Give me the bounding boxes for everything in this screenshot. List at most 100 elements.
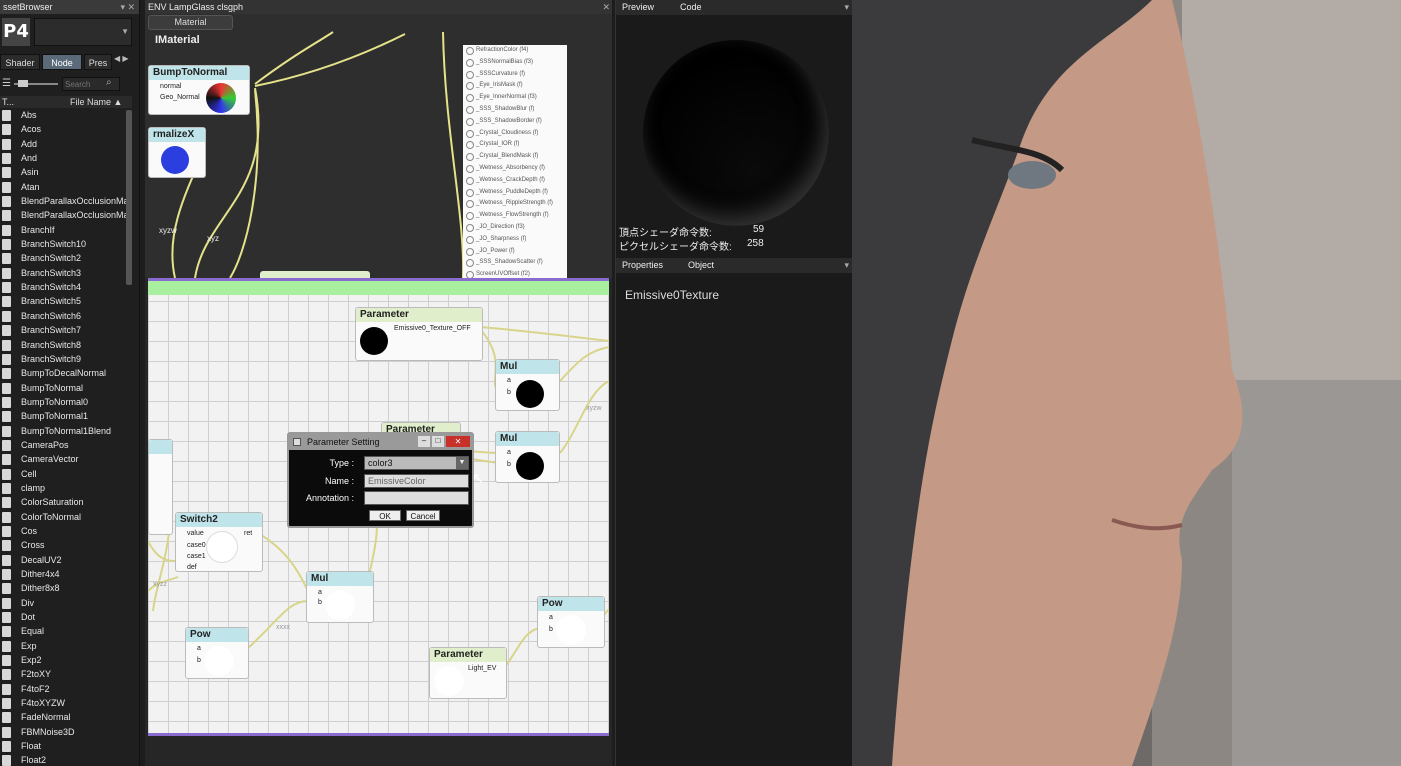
port-def[interactable]: def bbox=[187, 564, 197, 571]
port-b[interactable]: b bbox=[197, 657, 201, 664]
node-parameter-emissive-off[interactable]: Parameter Emissive0_Texture_OFF bbox=[355, 307, 483, 361]
column-header[interactable]: T... File Name ▲ bbox=[0, 96, 132, 108]
parameter-port[interactable]: _Wetness_FlowStrength (f) bbox=[463, 210, 567, 222]
list-item[interactable]: BranchSwitch2 bbox=[0, 251, 132, 265]
node-parameter-light-ev[interactable]: Parameter Light_EV bbox=[429, 647, 507, 699]
list-item[interactable]: BlendParallaxOcclusionMa bbox=[0, 208, 132, 222]
list-item[interactable]: DecalUV2 bbox=[0, 553, 132, 567]
parameter-port[interactable]: _Crystal_IOR (f) bbox=[463, 139, 567, 151]
list-item[interactable]: BumpToNormal bbox=[0, 381, 132, 395]
node-pow-1[interactable]: Pow a b bbox=[185, 627, 249, 679]
ok-button[interactable]: OK bbox=[369, 510, 401, 521]
list-item[interactable]: F4toXYZW bbox=[0, 696, 132, 710]
list-item[interactable]: BumpToDecalNormal bbox=[0, 366, 132, 380]
close-icon[interactable]: ✕ bbox=[602, 0, 610, 14]
annotation-field[interactable] bbox=[364, 491, 469, 505]
parameter-port[interactable]: _Crystal_BlendMask (f) bbox=[463, 151, 567, 163]
port-normal[interactable]: normal bbox=[160, 83, 181, 90]
list-item[interactable]: FBMNoise3D bbox=[0, 725, 132, 739]
graph-upper-canvas[interactable]: Material IMaterial BumpToNormal normal G… bbox=[145, 14, 612, 292]
list-item[interactable]: BranchSwitch4 bbox=[0, 280, 132, 294]
list-scrollbar[interactable] bbox=[126, 110, 132, 285]
list-item[interactable]: ColorToNormal bbox=[0, 510, 132, 524]
parameter-port[interactable]: _SSSNormalBias (f3) bbox=[463, 57, 567, 69]
list-item[interactable]: Cell bbox=[0, 467, 132, 481]
list-item[interactable]: BlendParallaxOcclusionMa bbox=[0, 194, 132, 208]
parameter-port[interactable]: _SSSCurvature (f) bbox=[463, 69, 567, 81]
cancel-button[interactable]: Cancel bbox=[406, 510, 440, 521]
port-output[interactable]: Light_EV bbox=[468, 665, 496, 672]
parameter-port[interactable]: _SSS_ShadowBlur (f) bbox=[463, 104, 567, 116]
node-parameter-partial[interactable] bbox=[260, 271, 370, 278]
node-partial-left[interactable]: . bbox=[148, 439, 173, 535]
parameter-port[interactable]: _Eye_IrisMask (f) bbox=[463, 80, 567, 92]
port-b[interactable]: b bbox=[318, 599, 322, 606]
list-item[interactable]: Dot bbox=[0, 610, 132, 624]
node-mul-3[interactable]: Mul a b bbox=[306, 571, 374, 623]
name-field[interactable]: EmissiveColor bbox=[364, 474, 469, 488]
list-item[interactable]: Dither8x8 bbox=[0, 581, 132, 595]
parameter-port[interactable]: _Wetness_RippleStrength (f) bbox=[463, 198, 567, 210]
node-pow-2[interactable]: Pow a b bbox=[537, 596, 605, 648]
list-item[interactable]: Float bbox=[0, 739, 132, 753]
node-normalize[interactable]: rmalizeX bbox=[148, 127, 206, 178]
tab-properties[interactable]: Properties bbox=[622, 258, 663, 273]
list-item[interactable]: BranchSwitch8 bbox=[0, 338, 132, 352]
list-item[interactable]: CameraVector bbox=[0, 452, 132, 466]
parameter-port[interactable]: _SSS_ShadowBorder (f) bbox=[463, 116, 567, 128]
list-item[interactable]: Div bbox=[0, 596, 132, 610]
port-geo-normal[interactable]: Geo_Normal bbox=[160, 94, 200, 101]
close-icon[interactable]: ✕ bbox=[446, 436, 470, 447]
zoom-slider[interactable] bbox=[14, 80, 58, 87]
search-icon[interactable]: ⌕ bbox=[106, 77, 112, 88]
port-b[interactable]: b bbox=[507, 389, 511, 396]
list-item[interactable]: clamp bbox=[0, 481, 132, 495]
chevron-down-icon[interactable]: ▾ bbox=[844, 258, 849, 273]
port-case1[interactable]: case1 bbox=[187, 553, 206, 560]
type-select[interactable]: color3 ▼ bbox=[364, 456, 469, 470]
dialog-titlebar[interactable]: Parameter Setting – □ ✕ bbox=[289, 434, 472, 450]
list-item[interactable]: BranchSwitch3 bbox=[0, 266, 132, 280]
port-a[interactable]: a bbox=[197, 645, 201, 652]
port-b[interactable]: b bbox=[549, 626, 553, 633]
parameter-port[interactable]: _Wetness_Absorbency (f) bbox=[463, 163, 567, 175]
list-item[interactable]: Cos bbox=[0, 524, 132, 538]
tab-shader[interactable]: Shader bbox=[0, 54, 40, 70]
list-item[interactable]: Dither4x4 bbox=[0, 567, 132, 581]
list-item[interactable]: BranchSwitch10 bbox=[0, 237, 132, 251]
list-item[interactable]: BranchSwitch9 bbox=[0, 352, 132, 366]
chevron-down-icon[interactable]: ▾ bbox=[844, 0, 849, 15]
parameter-port[interactable]: _Wetness_CrackDepth (f) bbox=[463, 175, 567, 187]
list-item[interactable]: Exp2 bbox=[0, 653, 132, 667]
port-ret[interactable]: ret bbox=[244, 530, 252, 537]
list-item[interactable]: Float2 bbox=[0, 753, 132, 766]
tab-scroll-arrows[interactable]: ◀ ▶ bbox=[114, 54, 129, 63]
list-item[interactable]: Add bbox=[0, 137, 132, 151]
port-a[interactable]: a bbox=[507, 449, 511, 456]
tab-object[interactable]: Object bbox=[688, 258, 714, 273]
list-item[interactable]: Cross bbox=[0, 538, 132, 552]
node-switch2[interactable]: Switch2 value case0 case1 def ret bbox=[175, 512, 263, 572]
list-item[interactable]: Asin bbox=[0, 165, 132, 179]
maximize-icon[interactable]: □ bbox=[432, 436, 444, 447]
list-item[interactable]: FadeNormal bbox=[0, 710, 132, 724]
project-dropdown[interactable]: ▼ bbox=[34, 18, 132, 46]
port-value[interactable]: value bbox=[187, 530, 204, 537]
list-item[interactable]: Atan bbox=[0, 180, 132, 194]
port-a[interactable]: a bbox=[549, 614, 553, 621]
node-mul-2[interactable]: Mul a b bbox=[495, 431, 560, 483]
list-item[interactable]: And bbox=[0, 151, 132, 165]
port-b[interactable]: b bbox=[507, 461, 511, 468]
parameter-port[interactable]: _SSS_ShadowScatter (f) bbox=[463, 257, 567, 269]
node-mul-1[interactable]: Mul a b bbox=[495, 359, 560, 411]
list-view-icon[interactable]: ☰ bbox=[2, 78, 11, 89]
parameter-port[interactable]: _Crystal_Cloudiness (f) bbox=[463, 128, 567, 140]
tab-node[interactable]: Node bbox=[42, 54, 82, 70]
list-item[interactable]: F2toXY bbox=[0, 667, 132, 681]
tab-preview[interactable]: Preview bbox=[622, 0, 654, 15]
port-a[interactable]: a bbox=[507, 377, 511, 384]
list-item[interactable]: CameraPos bbox=[0, 438, 132, 452]
list-item[interactable]: Exp bbox=[0, 639, 132, 653]
list-item[interactable]: BumpToNormal0 bbox=[0, 395, 132, 409]
port-case0[interactable]: case0 bbox=[187, 542, 206, 549]
